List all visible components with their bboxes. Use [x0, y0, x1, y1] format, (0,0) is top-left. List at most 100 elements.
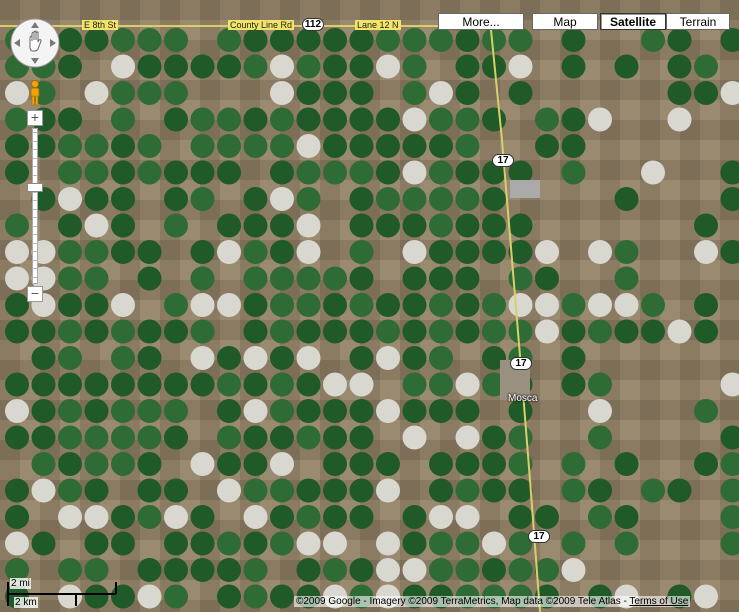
pivot-field [5, 478, 29, 503]
pivot-field [296, 505, 321, 529]
pivot-field [137, 425, 162, 450]
pivot-field [111, 452, 135, 476]
pivot-field [137, 399, 162, 423]
pivot-field [508, 425, 533, 450]
pivot-field [402, 28, 427, 52]
pivot-field [164, 531, 188, 556]
pivot-field [111, 134, 135, 158]
pivot-field [667, 54, 692, 79]
pivot-field [561, 558, 586, 582]
pivot-field [111, 505, 135, 529]
pivot-field [588, 425, 612, 450]
pivot-field [164, 81, 188, 105]
satellite-map[interactable] [0, 0, 739, 612]
pivot-field [694, 319, 718, 344]
pivot-field [243, 107, 268, 132]
pivot-field [217, 399, 241, 423]
pivot-field [58, 187, 82, 211]
pivot-field [482, 293, 506, 317]
zoom-in-button[interactable]: + [27, 110, 43, 126]
pivot-field [164, 54, 188, 79]
pivot-field [349, 372, 374, 397]
pivot-field [270, 54, 294, 79]
zoom-tick [33, 242, 37, 244]
map-type-terrain-button[interactable]: Terrain [666, 13, 730, 30]
pegman-icon[interactable] [28, 80, 42, 106]
pivot-field [190, 372, 215, 397]
pivot-field [58, 107, 82, 132]
pivot-field [84, 372, 109, 397]
pivot-field [508, 558, 533, 582]
zoom-tick [33, 157, 37, 159]
pivot-field [5, 425, 29, 450]
pivot-field [111, 81, 135, 105]
zoom-tick [33, 140, 37, 142]
pivot-field [376, 558, 400, 582]
pivot-field [217, 28, 241, 52]
pivot-field [402, 187, 427, 211]
more-button[interactable]: More... [438, 13, 524, 30]
pivot-field [190, 531, 215, 556]
pivot-field [323, 478, 347, 503]
pivot-field [402, 319, 427, 344]
pivot-field [508, 505, 533, 529]
pivot-field [455, 372, 480, 397]
pivot-field [243, 266, 268, 291]
pivot-field [217, 293, 241, 317]
pivot-field [455, 425, 480, 450]
map-type-map-button[interactable]: Map [532, 13, 598, 30]
pivot-field [164, 319, 188, 344]
pivot-field [84, 266, 109, 291]
pivot-field [429, 81, 453, 105]
scale-km-label: 2 km [14, 597, 38, 608]
pivot-field [614, 54, 639, 79]
pivot-field [588, 372, 612, 397]
pivot-field [111, 293, 135, 317]
road-label-lane12n: Lane 12 N [355, 20, 401, 30]
pivot-field [455, 107, 480, 132]
pivot-field [111, 213, 135, 238]
pivot-field [429, 160, 453, 185]
pivot-field [137, 28, 162, 52]
pivot-field [190, 452, 215, 476]
pivot-field [402, 293, 427, 317]
pivot-field [535, 558, 559, 582]
pivot-field [296, 319, 321, 344]
pivot-field [217, 240, 241, 264]
zoom-out-button[interactable]: − [27, 286, 43, 302]
pivot-field [243, 452, 268, 476]
pivot-field [561, 478, 586, 503]
pivot-field [217, 452, 241, 476]
pivot-field [376, 531, 400, 556]
map-type-satellite-button[interactable]: Satellite [600, 13, 666, 30]
pivot-field [137, 54, 162, 79]
pivot-field [5, 505, 29, 529]
pivot-field [614, 187, 639, 211]
pivot-field [137, 505, 162, 529]
pivot-field [349, 54, 374, 79]
pivot-field [190, 187, 215, 211]
zoom-slider-thumb[interactable] [27, 183, 43, 192]
pivot-field [84, 28, 109, 52]
zoom-tick [33, 225, 37, 227]
pivot-field [588, 107, 612, 132]
pivot-field [243, 213, 268, 238]
terms-of-use-link[interactable]: Terms of Use [629, 596, 688, 607]
pivot-field [58, 160, 82, 185]
zoom-slider-track[interactable] [32, 128, 38, 284]
pivot-field [588, 505, 612, 529]
pivot-field [429, 346, 453, 370]
pivot-field [296, 531, 321, 556]
pivot-field [164, 372, 188, 397]
pivot-field [561, 28, 586, 52]
pivot-field [402, 54, 427, 79]
pivot-field [561, 54, 586, 79]
pivot-field [455, 505, 480, 529]
pan-icon[interactable] [9, 17, 61, 69]
pivot-field [31, 319, 56, 344]
pivot-field [58, 505, 82, 529]
route-shield-17: 17 [492, 154, 514, 167]
pivot-field [5, 399, 29, 423]
pivot-field [217, 372, 241, 397]
pivot-field [429, 213, 453, 238]
